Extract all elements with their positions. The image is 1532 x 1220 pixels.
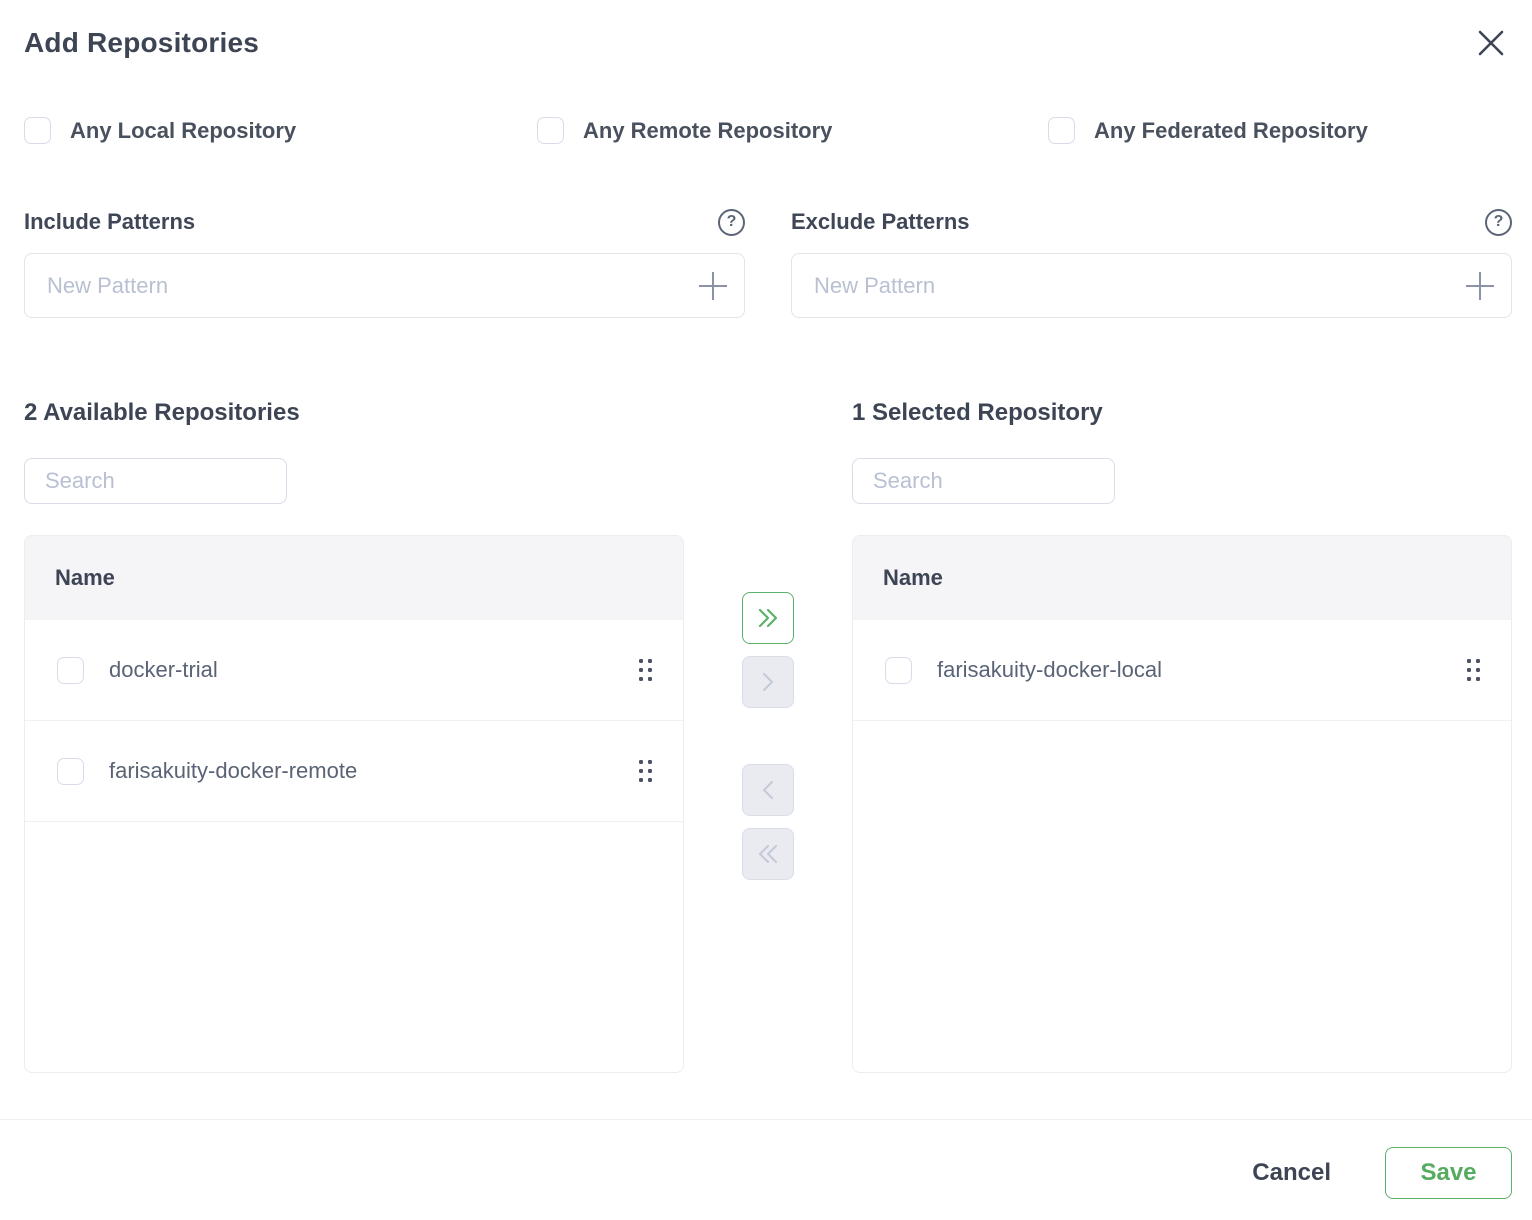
- drag-handle-icon[interactable]: [1467, 659, 1480, 681]
- available-repositories-table: Name docker-trial farisakuity-docker-rem…: [24, 535, 684, 1073]
- include-patterns-section: Include Patterns ?: [24, 208, 745, 318]
- checkbox-label: Any Remote Repository: [583, 118, 832, 144]
- checkbox-any-federated-repository[interactable]: Any Federated Repository: [1048, 117, 1532, 144]
- checkbox-icon[interactable]: [1048, 117, 1075, 144]
- selected-repositories-table: Name farisakuity-docker-local: [852, 535, 1512, 1073]
- include-pattern-field: [24, 253, 745, 318]
- add-include-pattern-button[interactable]: [682, 254, 744, 317]
- table-column-header: Name: [25, 536, 683, 620]
- table-column-header: Name: [853, 536, 1511, 620]
- modal-header: Add Repositories: [0, 0, 1532, 64]
- drag-handle-icon[interactable]: [639, 659, 652, 681]
- transfer-buttons: [684, 399, 852, 1073]
- patterns-row: Include Patterns ? Exclude Patterns ?: [0, 208, 1532, 318]
- exclude-pattern-field: [791, 253, 1512, 318]
- table-row[interactable]: farisakuity-docker-remote: [25, 721, 683, 822]
- available-repositories-panel: 2 Available Repositories Name docker-tri…: [24, 399, 684, 1073]
- close-icon[interactable]: [1475, 27, 1507, 64]
- repo-name: farisakuity-docker-local: [937, 657, 1467, 683]
- selected-search-input[interactable]: [852, 458, 1115, 504]
- row-checkbox[interactable]: [57, 758, 84, 785]
- exclude-patterns-help-icon[interactable]: ?: [1485, 209, 1512, 236]
- row-checkbox[interactable]: [57, 657, 84, 684]
- available-heading: 2 Available Repositories: [24, 399, 684, 427]
- cancel-button[interactable]: Cancel: [1252, 1159, 1331, 1187]
- include-pattern-input[interactable]: [25, 254, 682, 317]
- include-patterns-label: Include Patterns: [24, 209, 195, 235]
- exclude-patterns-label: Exclude Patterns: [791, 209, 970, 235]
- checkbox-label: Any Federated Repository: [1094, 118, 1368, 144]
- add-repositories-modal: Add Repositories Any Local Repository An…: [0, 0, 1532, 1220]
- selected-repositories-panel: 1 Selected Repository Name farisakuity-d…: [852, 399, 1512, 1073]
- selected-heading: 1 Selected Repository: [852, 399, 1512, 427]
- checkbox-icon[interactable]: [537, 117, 564, 144]
- available-search-input[interactable]: [24, 458, 287, 504]
- checkbox-icon[interactable]: [24, 117, 51, 144]
- table-row[interactable]: farisakuity-docker-local: [853, 620, 1511, 721]
- checkbox-label: Any Local Repository: [70, 118, 296, 144]
- move-right-button[interactable]: [742, 656, 794, 708]
- row-checkbox[interactable]: [885, 657, 912, 684]
- repositories-picker: 2 Available Repositories Name docker-tri…: [0, 399, 1532, 1073]
- move-all-right-button[interactable]: [742, 592, 794, 644]
- move-left-button[interactable]: [742, 764, 794, 816]
- drag-handle-icon[interactable]: [639, 760, 652, 782]
- repo-name: farisakuity-docker-remote: [109, 758, 639, 784]
- add-exclude-pattern-button[interactable]: [1449, 254, 1511, 317]
- exclude-patterns-section: Exclude Patterns ?: [791, 208, 1512, 318]
- repo-type-row: Any Local Repository Any Remote Reposito…: [0, 117, 1532, 144]
- include-patterns-help-icon[interactable]: ?: [718, 209, 745, 236]
- save-button[interactable]: Save: [1385, 1147, 1512, 1199]
- modal-title: Add Repositories: [24, 26, 259, 60]
- repo-name: docker-trial: [109, 657, 639, 683]
- move-all-left-button[interactable]: [742, 828, 794, 880]
- modal-footer: Cancel Save: [0, 1119, 1532, 1220]
- checkbox-any-local-repository[interactable]: Any Local Repository: [24, 117, 537, 144]
- exclude-pattern-input[interactable]: [792, 254, 1449, 317]
- table-row[interactable]: docker-trial: [25, 620, 683, 721]
- checkbox-any-remote-repository[interactable]: Any Remote Repository: [537, 117, 1048, 144]
